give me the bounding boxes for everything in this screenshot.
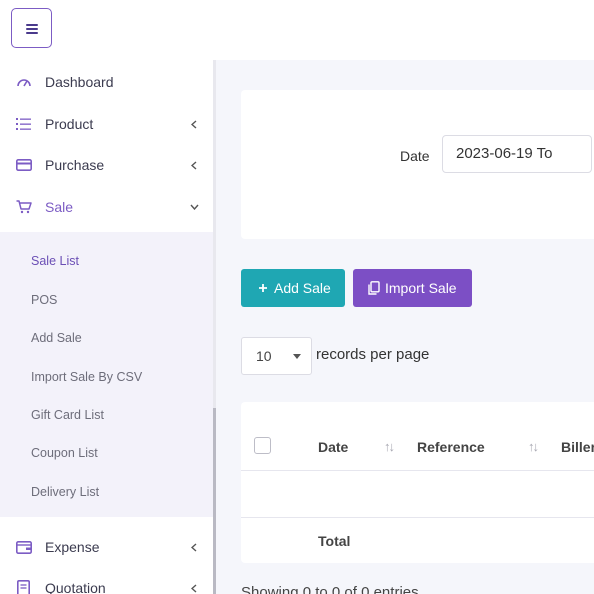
list-icon: [15, 116, 32, 133]
chevron-left-icon: [189, 583, 199, 593]
date-filter-label: Date: [400, 148, 430, 164]
chevron-left-icon: [189, 119, 199, 129]
import-sale-label: Import Sale: [385, 280, 457, 296]
sale-submenu: Sale List POS Add Sale Import Sale By CS…: [0, 232, 213, 517]
sidebar-item-quotation[interactable]: Quotation: [0, 568, 214, 594]
footer-total-label: Total: [318, 533, 351, 549]
sidebar-item-dashboard[interactable]: Dashboard: [0, 62, 214, 102]
import-sale-button[interactable]: Import Sale: [353, 269, 472, 307]
chevron-left-icon: [189, 542, 199, 552]
copy-icon: [367, 281, 380, 295]
hamburger-icon: [25, 23, 38, 34]
column-header-date[interactable]: Date: [318, 439, 348, 455]
sales-table: Date ↑↓ Reference ↑↓ Biller Total: [241, 402, 594, 563]
sidebar-item-label: Sale: [45, 199, 74, 215]
sidebar-item-label: Purchase: [45, 157, 105, 173]
submenu-item-sale-list[interactable]: Sale List: [31, 254, 79, 268]
sidebar-item-expense[interactable]: Expense: [0, 527, 214, 567]
submenu-item-coupon-list[interactable]: Coupon List: [31, 446, 98, 460]
submenu-item-delivery-list[interactable]: Delivery List: [31, 485, 99, 499]
submenu-item-import-sale-csv[interactable]: Import Sale By CSV: [31, 370, 142, 384]
menu-toggle-button[interactable]: [11, 8, 52, 48]
top-navbar: [0, 0, 594, 60]
document-icon: [15, 580, 32, 594]
submenu-item-add-sale[interactable]: Add Sale: [31, 331, 82, 345]
sort-icon[interactable]: ↑↓: [528, 439, 539, 454]
add-sale-button[interactable]: Add Sale: [241, 269, 345, 307]
table-footer-row: Total: [241, 517, 594, 563]
column-header-biller[interactable]: Biller: [561, 439, 594, 455]
date-range-input[interactable]: 2023-06-19 To: [442, 135, 592, 173]
records-per-page-label: records per page: [316, 346, 430, 363]
sidebar-item-label: Product: [45, 116, 94, 132]
sidebar-item-product[interactable]: Product: [0, 104, 214, 144]
submenu-item-gift-card-list[interactable]: Gift Card List: [31, 408, 104, 422]
add-sale-label: Add Sale: [274, 280, 331, 296]
table-info: Showing 0 to 0 of 0 entries: [241, 584, 419, 594]
cart-icon: [15, 199, 32, 216]
sort-icon[interactable]: ↑↓: [384, 439, 395, 454]
dashboard-gauge-icon: [15, 74, 32, 91]
chevron-left-icon: [189, 160, 199, 170]
card-icon: [15, 157, 32, 174]
sidebar-item-label: Expense: [45, 539, 100, 555]
chevron-down-icon: [189, 202, 199, 212]
column-header-reference[interactable]: Reference: [417, 439, 485, 455]
select-all-checkbox[interactable]: [254, 437, 271, 454]
submenu-item-pos[interactable]: POS: [31, 293, 57, 307]
caret-down-icon: [293, 354, 301, 359]
sidebar-item-label: Dashboard: [45, 74, 114, 90]
records-per-page-select[interactable]: 10: [241, 337, 312, 375]
main-content: Date 2023-06-19 To Add Sale Import Sale …: [216, 60, 594, 594]
sidebar-item-label: Quotation: [45, 580, 106, 594]
plus-icon: [256, 281, 269, 295]
sidebar-item-purchase[interactable]: Purchase: [0, 145, 214, 185]
per-page-value: 10: [256, 348, 272, 364]
wallet-icon: [15, 539, 32, 556]
table-header-row: Date ↑↓ Reference ↑↓ Biller: [241, 402, 594, 471]
sidebar-item-sale[interactable]: Sale: [0, 187, 214, 227]
